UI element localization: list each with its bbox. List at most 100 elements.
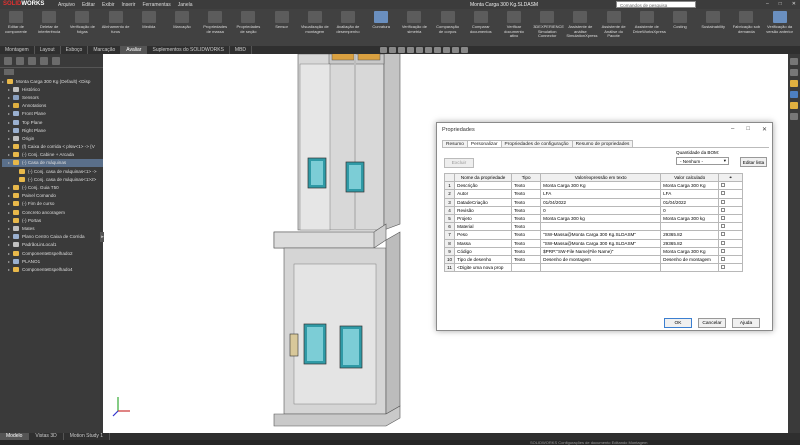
section-view-icon[interactable] xyxy=(407,47,414,53)
ribbon-button[interactable]: Assistente de DriveWorksXpress xyxy=(633,11,666,34)
property-name-cell[interactable]: Peso xyxy=(454,230,513,240)
command-tab[interactable]: Avaliar xyxy=(121,46,148,54)
property-name-cell[interactable]: <Digite uma nova prop xyxy=(454,263,513,273)
property-type-cell[interactable]: Texto xyxy=(511,238,542,248)
resources-icon[interactable] xyxy=(790,58,798,65)
dialog-tab[interactable]: Resumo xyxy=(442,140,468,147)
ribbon-button[interactable]: Verificação de folgas xyxy=(68,11,96,34)
scene-icon[interactable] xyxy=(452,47,459,53)
close-icon[interactable]: ✕ xyxy=(792,1,796,7)
link-checkbox[interactable] xyxy=(721,240,726,245)
tree-item[interactable]: ▸ Sensors xyxy=(2,93,103,101)
appearance-icon[interactable] xyxy=(443,47,450,53)
ribbon-button[interactable]: Assistente de Análise do Pacote xyxy=(600,11,628,39)
property-value-cell[interactable]: Monta Carga 300 kg xyxy=(540,213,662,224)
link-checkbox[interactable] xyxy=(721,232,726,237)
property-name-cell[interactable]: Massa xyxy=(454,238,513,248)
file-explorer-icon[interactable] xyxy=(790,80,798,87)
property-name-cell[interactable]: Autor xyxy=(454,189,513,199)
table-row[interactable]: 10 Tipo de desenho Texto Desenho de montage… xyxy=(443,254,744,265)
view-palette-icon[interactable] xyxy=(790,91,798,98)
cancel-button[interactable]: Cancelar xyxy=(698,318,726,328)
design-library-icon[interactable] xyxy=(790,69,798,76)
link-checkbox[interactable] xyxy=(721,191,726,196)
property-name-cell[interactable]: DatadeCriação xyxy=(454,197,513,207)
minimize-icon[interactable]: – xyxy=(731,126,734,133)
property-value-cell[interactable]: Monta Carga 300 Kg xyxy=(540,181,662,191)
tree-item[interactable]: ▸ Histórico xyxy=(2,85,103,93)
command-tab[interactable]: Montagem xyxy=(0,46,35,54)
property-value-cell[interactable]: 01/04/2022 xyxy=(540,197,662,207)
ribbon-button[interactable]: Editar de componente xyxy=(2,11,30,34)
menu-item[interactable]: Arquivo xyxy=(58,2,75,8)
property-value-cell[interactable]: 0 xyxy=(540,205,662,215)
previous-view-icon[interactable] xyxy=(398,47,405,53)
property-type-cell[interactable] xyxy=(511,263,542,273)
property-value-cell[interactable]: "SW-Massa@Monta Carga 300 Kg.SLDASM" xyxy=(540,230,662,240)
menu-item[interactable]: Exibir xyxy=(102,2,115,8)
maximize-icon[interactable]: □ xyxy=(746,126,750,133)
property-value-cell[interactable]: Desenho de montagem xyxy=(540,254,662,265)
menu-item[interactable]: Ferramentas xyxy=(142,2,170,8)
ribbon-button[interactable]: Sensor xyxy=(268,11,296,30)
link-checkbox[interactable] xyxy=(721,265,726,270)
table-row[interactable]: 11 <Digite uma nova prop xyxy=(443,263,744,273)
ribbon-button[interactable]: Sustainability xyxy=(699,11,727,30)
tree-item[interactable]: ▸ Monta Carga 300 Kg (Default) <Disp xyxy=(2,77,103,85)
tree-item[interactable]: ▸ Mates xyxy=(2,224,103,232)
property-type-cell[interactable]: Texto xyxy=(511,230,542,240)
table-row[interactable]: 4 Revisão Texto 0 0 xyxy=(443,205,744,215)
tree-item[interactable]: ▸ Painel Comando xyxy=(2,192,103,200)
appearances-icon[interactable] xyxy=(790,102,798,109)
ribbon-button[interactable]: Deletar de interferência xyxy=(35,11,63,34)
tree-item[interactable]: ▸ Plano Centro Caixa de Corrida xyxy=(2,233,103,241)
dialog-tab[interactable]: Resumo de propriedades xyxy=(571,140,634,147)
ribbon-button[interactable]: Medida xyxy=(135,11,163,30)
tree-item[interactable]: ▸ (-) Fim de curso xyxy=(2,200,103,208)
view-orientation-icon[interactable] xyxy=(416,47,423,53)
property-type-cell[interactable]: Texto xyxy=(511,181,542,191)
help-button[interactable]: Ajuda xyxy=(732,318,760,328)
link-checkbox[interactable] xyxy=(721,224,726,229)
menu-item[interactable]: Editar xyxy=(82,2,95,8)
dialog-tab[interactable]: Personalizar xyxy=(466,140,502,147)
property-type-cell[interactable]: Texto xyxy=(511,189,542,199)
zoom-fit-icon[interactable] xyxy=(380,47,387,53)
custom-properties-icon[interactable] xyxy=(790,113,798,120)
property-name-cell[interactable]: Projeto xyxy=(454,213,513,224)
solidworks-logo[interactable]: SOLIDWORKS xyxy=(3,1,44,7)
tree-item[interactable]: ▸ Origin xyxy=(2,134,103,142)
configuration-manager-icon[interactable] xyxy=(28,57,36,65)
table-row[interactable]: 7 Peso Texto "SW-Massa@Monta Carga 300 Kg.S… xyxy=(443,230,744,240)
zoom-area-icon[interactable] xyxy=(389,47,396,53)
link-checkbox[interactable] xyxy=(721,216,726,221)
command-tab[interactable]: Layout xyxy=(35,46,61,54)
property-value-cell[interactable]: $PRP:"SW-File Name(File Name)" xyxy=(540,246,662,256)
property-type-cell[interactable]: Texto xyxy=(511,205,542,215)
tree-item[interactable]: (-) Conj. casa de máquinas<1>2> xyxy=(2,175,103,183)
tree-filter[interactable] xyxy=(0,68,103,77)
dialog-tab[interactable]: Propriedades de configuração xyxy=(500,140,573,147)
table-row[interactable]: 6 Material Texto xyxy=(443,222,744,232)
ribbon-button[interactable]: Fabricação sob demanda xyxy=(732,11,760,34)
tree-item[interactable]: ▸ PadrãoLinLocal1 xyxy=(2,241,103,249)
table-row[interactable]: 9 Código Texto $PRP:"SW-File Name(File Name… xyxy=(443,246,744,256)
tree-item[interactable]: ▸ ComponenteEspelhado4 xyxy=(2,265,103,273)
property-name-cell[interactable]: Revisão xyxy=(454,205,513,215)
property-type-cell[interactable]: Texto xyxy=(511,254,542,265)
tree-item[interactable]: ▸ Concreto ancoragem xyxy=(2,208,103,216)
ribbon-button[interactable]: Alinhamento de furos xyxy=(102,11,130,34)
tree-item[interactable]: ▸ Top Plane xyxy=(2,118,103,126)
feature-tree-icon[interactable] xyxy=(4,57,12,65)
delete-button[interactable]: Excluir xyxy=(444,158,474,168)
property-type-cell[interactable]: Texto xyxy=(511,213,542,224)
tree-item[interactable]: ▸ (-) Conj. Guia T50 xyxy=(2,183,103,191)
ribbon-button[interactable]: Propriedades de massa xyxy=(201,11,229,34)
tree-item[interactable]: ▸ Front Plane xyxy=(2,110,103,118)
table-row[interactable]: 5 Projeto Texto Monta Carga 300 kg Monta Car… xyxy=(443,213,744,224)
property-name-cell[interactable]: Código xyxy=(454,246,513,256)
model-tab[interactable]: Motion Study 1 xyxy=(64,433,111,440)
command-tab[interactable]: Esboço xyxy=(61,46,89,54)
link-checkbox[interactable] xyxy=(721,199,726,204)
ribbon-button[interactable]: Curvatura xyxy=(367,11,395,30)
